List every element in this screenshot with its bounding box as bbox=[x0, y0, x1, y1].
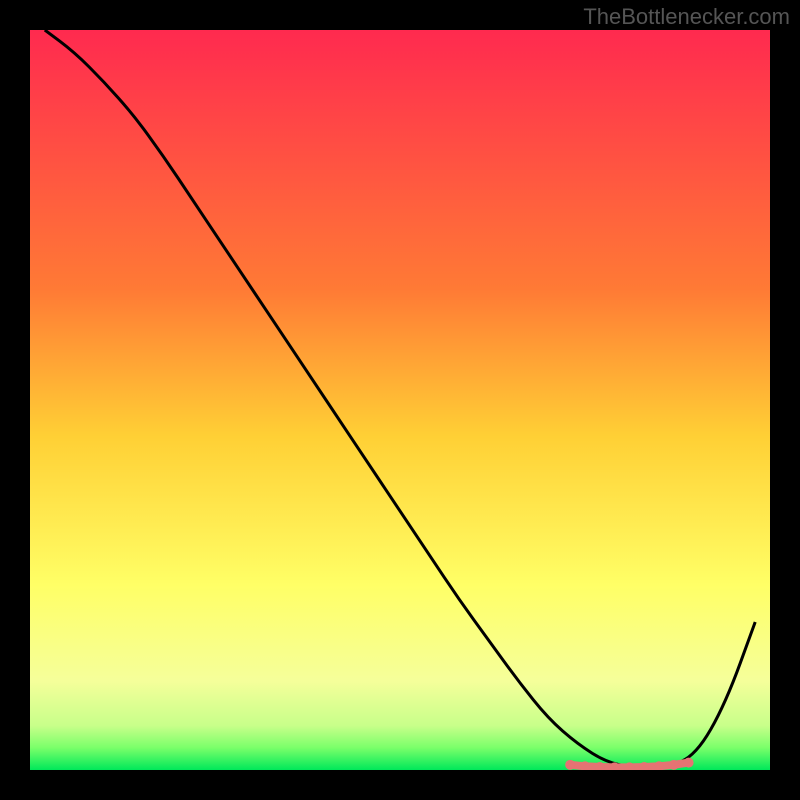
sweet-spot-point bbox=[669, 760, 679, 770]
watermark-text: TheBottlenecker.com bbox=[583, 4, 790, 30]
plot-area bbox=[30, 30, 770, 770]
sweet-spot-point bbox=[565, 760, 575, 770]
gradient-background bbox=[30, 30, 770, 770]
chart-container: TheBottlenecker.com bbox=[0, 0, 800, 800]
sweet-spot-point bbox=[684, 758, 694, 768]
chart-svg bbox=[30, 30, 770, 770]
